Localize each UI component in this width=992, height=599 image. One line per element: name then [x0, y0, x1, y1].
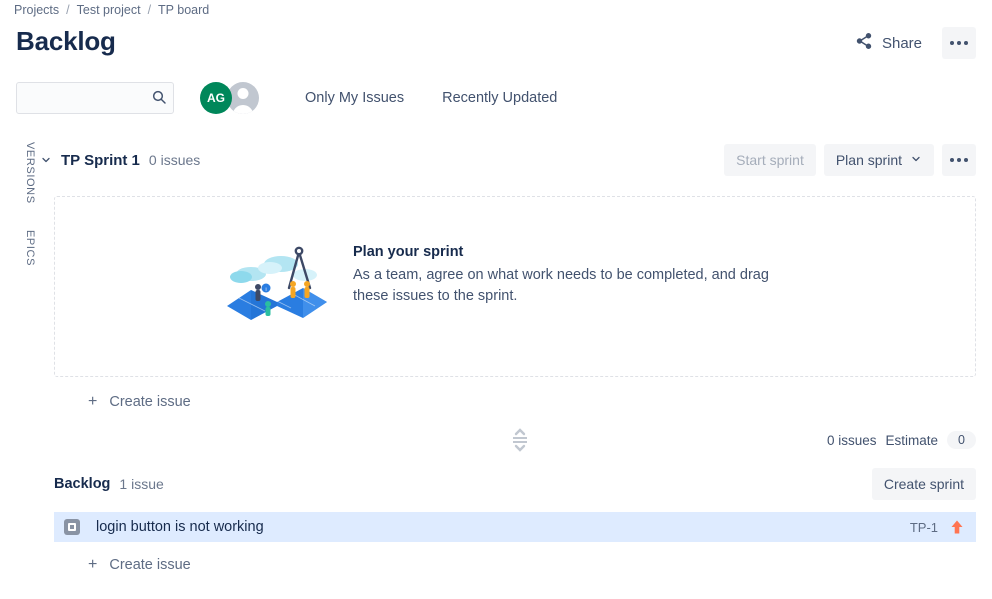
left-rail: VERSIONS EPICS	[12, 142, 36, 272]
breadcrumb: Projects / Test project / TP board	[14, 3, 209, 17]
task-icon-ring	[68, 523, 76, 531]
create-issue-backlog-button[interactable]: + Create issue	[80, 551, 199, 579]
search-field	[16, 82, 174, 114]
avatar-initials: AG	[207, 91, 225, 105]
page-actions: Share	[847, 26, 976, 60]
share-icon	[855, 32, 873, 54]
breadcrumb-separator: /	[66, 3, 70, 17]
page-title: Backlog	[16, 26, 116, 56]
filter-recently-updated[interactable]: Recently Updated	[434, 84, 565, 112]
rail-tab-epics[interactable]: EPICS	[12, 230, 36, 266]
issue-key[interactable]: TP-1	[910, 520, 938, 535]
chevron-down-icon	[910, 152, 922, 168]
sprint-issue-count: 0 issues	[148, 152, 201, 168]
sprint-planning-map-illustration: i	[221, 244, 333, 333]
avatar-group: AG	[200, 82, 259, 114]
sprint-stats: 0 issues Estimate 0	[827, 431, 976, 449]
share-button[interactable]: Share	[847, 26, 930, 60]
person-body-icon	[232, 105, 254, 114]
breadcrumb-item-projects[interactable]: Projects	[14, 3, 59, 17]
backlog-section-title: Backlog	[54, 476, 111, 492]
ellipsis-icon	[964, 158, 968, 162]
sprint-name: TP Sprint 1	[61, 151, 140, 169]
breadcrumb-item-test-project[interactable]: Test project	[77, 3, 141, 17]
create-issue-label: Create issue	[109, 394, 191, 410]
ellipsis-icon	[964, 41, 968, 45]
sprint-collapse-toggle[interactable]	[38, 152, 54, 168]
rail-tab-versions[interactable]: VERSIONS	[12, 142, 36, 204]
plan-sprint-button[interactable]: Plan sprint	[823, 144, 934, 176]
sprint-header: TP Sprint 1 0 issues Start sprint Plan s…	[38, 144, 976, 176]
plus-icon: +	[88, 393, 98, 410]
ellipsis-icon	[957, 41, 961, 45]
ellipsis-icon	[950, 41, 954, 45]
filter-toolbar: AG Only My Issues Recently Updated	[16, 82, 976, 114]
issue-summary: login button is not working	[96, 519, 264, 535]
ellipsis-icon	[957, 158, 961, 162]
person-head-icon	[237, 88, 249, 99]
table-row[interactable]: login button is not working TP-1	[54, 512, 976, 542]
backlog-page: Projects / Test project / TP board Backl…	[0, 0, 992, 599]
plan-sprint-label: Plan sprint	[835, 152, 902, 168]
sprint-stats-issues: 0 issues	[826, 432, 877, 448]
backlog-header: Backlog 1 issue Create sprint	[54, 468, 976, 500]
issue-meta: TP-1	[910, 519, 964, 535]
share-button-label: Share	[881, 34, 922, 52]
priority-up-arrow-icon	[950, 519, 964, 535]
sprint-more-button[interactable]	[942, 144, 976, 176]
task-icon	[64, 519, 80, 535]
ellipsis-icon	[950, 158, 954, 162]
breadcrumb-item-tp-board[interactable]: TP board	[158, 3, 209, 17]
backlog-issue-count: 1 issue	[119, 476, 164, 492]
sprint-stats-estimate-label: Estimate	[885, 432, 939, 448]
sprint-empty-state: i Plan your sprint As a team, agree on w…	[221, 244, 793, 333]
search-input[interactable]	[16, 82, 174, 114]
sprint-empty-description: As a team, agree on what work needs to b…	[353, 267, 769, 304]
resize-handle[interactable]	[509, 428, 531, 452]
plus-icon: +	[88, 556, 98, 573]
create-issue-sprint-button[interactable]: + Create issue	[80, 388, 199, 416]
svg-text:i: i	[265, 287, 266, 293]
page-more-button[interactable]	[942, 27, 976, 59]
create-issue-label: Create issue	[109, 557, 191, 573]
sprint-dropzone[interactable]: i Plan your sprint As a team, agree on w…	[54, 196, 976, 377]
sprint-actions: Start sprint Plan sprint	[724, 144, 976, 176]
breadcrumb-separator: /	[147, 3, 152, 17]
create-sprint-button[interactable]: Create sprint	[871, 468, 976, 500]
sprint-empty-text: Plan your sprint As a team, agree on wha…	[353, 244, 793, 306]
filter-only-my-issues[interactable]: Only My Issues	[297, 84, 412, 112]
start-sprint-button[interactable]: Start sprint	[724, 144, 816, 176]
avatar-ag[interactable]: AG	[200, 82, 232, 114]
sprint-stats-estimate-value: 0	[947, 431, 976, 449]
sprint-empty-title: Plan your sprint	[353, 244, 464, 260]
